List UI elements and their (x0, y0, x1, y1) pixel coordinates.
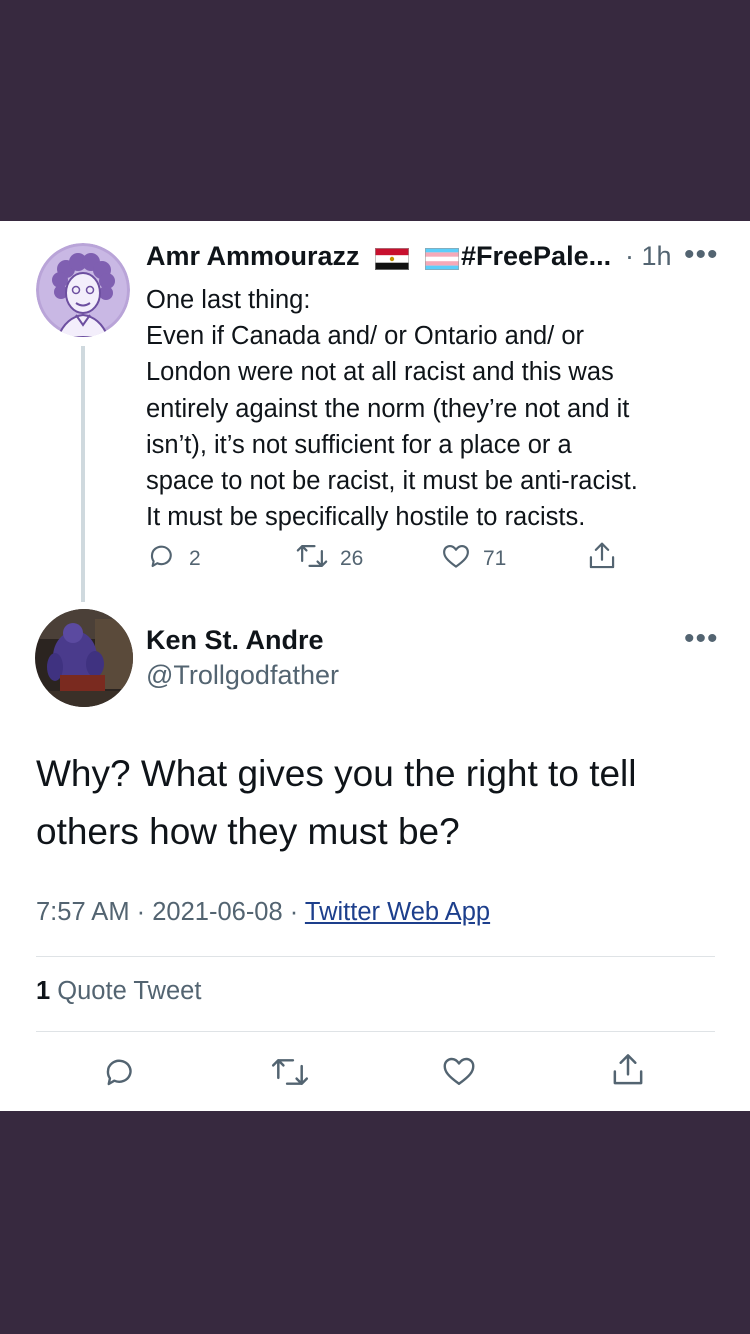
divider (36, 1031, 715, 1032)
like-icon (441, 541, 471, 576)
main-tweet-text: Why? What gives you the right to tell ot… (36, 745, 726, 861)
parent-tweet-line: space to not be racist, it must be anti-… (146, 467, 638, 496)
divider (36, 956, 715, 957)
main-author-name[interactable]: Ken St. Andre (146, 625, 324, 656)
share-icon (610, 1054, 646, 1093)
main-reply-button[interactable] (102, 1054, 138, 1095)
retweet-icon (271, 1059, 309, 1094)
parent-like-button[interactable]: 71 (441, 541, 506, 576)
quote-tweet-count: 1 (36, 977, 51, 1005)
parent-tweet-text: One last thing: Even if Canada and/ or O… (146, 282, 726, 535)
parent-reply-button[interactable]: 2 (147, 541, 201, 576)
reply-icon (102, 1059, 138, 1094)
parent-tweet-line: entirely against the norm (they’re not a… (146, 394, 630, 423)
thread-connector-line (81, 346, 85, 602)
parent-like-count: 71 (483, 546, 507, 570)
meta-separator: · (289, 898, 305, 926)
parent-author-avatar[interactable] (36, 243, 130, 337)
parent-retweet-button[interactable]: 26 (296, 541, 363, 576)
share-icon (587, 540, 617, 577)
parent-tweet-line: London were not at all racist and this w… (146, 358, 614, 387)
card-bottom-edge (0, 1107, 750, 1111)
tweet-time: 7:57 AM (36, 898, 130, 926)
tweet-date: 2021-06-08 (152, 898, 283, 926)
transgender-flag-icon (425, 248, 459, 275)
reply-icon (147, 541, 177, 576)
main-retweet-button[interactable] (271, 1054, 309, 1095)
main-share-button[interactable] (610, 1051, 646, 1094)
parent-tweet-line: One last thing: (146, 286, 311, 314)
retweet-icon (296, 541, 328, 576)
parent-tweet-line: Even if Canada and/ or Ontario and/ or (146, 322, 585, 351)
main-tweet-line: others how they must be? (36, 811, 460, 852)
quote-tweets-link[interactable]: 1 Quote Tweet (36, 977, 201, 1006)
quote-tweet-label: Quote Tweet (57, 977, 202, 1005)
like-icon (441, 1057, 477, 1093)
parent-reply-count: 2 (189, 546, 201, 570)
main-tweet-line: Why? What gives you the right to tell (36, 753, 637, 794)
egypt-flag-icon (375, 248, 409, 275)
parent-author-hashtag[interactable]: #FreePale... (461, 241, 611, 272)
main-more-icon[interactable]: ••• (684, 624, 719, 654)
tweet-meta: 7:57 AM · 2021-06-08 · Twitter Web App (36, 898, 490, 927)
meta-separator: · (136, 898, 153, 926)
parent-author-name[interactable]: Amr Ammourazz (146, 241, 360, 272)
tweet-source-link[interactable]: Twitter Web App (305, 898, 490, 926)
parent-retweet-count: 26 (340, 546, 364, 570)
main-author-avatar[interactable] (35, 609, 133, 707)
parent-tweet-line: It must be specifically hostile to racis… (146, 503, 586, 532)
parent-tweet-time: · 1h (625, 241, 672, 271)
parent-share-button[interactable] (587, 540, 617, 577)
main-author-handle[interactable]: @Trollgodfather (146, 660, 339, 691)
parent-more-icon[interactable]: ••• (684, 240, 719, 270)
parent-tweet-line: isn’t), it’s not sufficient for a place … (146, 430, 572, 459)
main-like-button[interactable] (441, 1053, 477, 1094)
